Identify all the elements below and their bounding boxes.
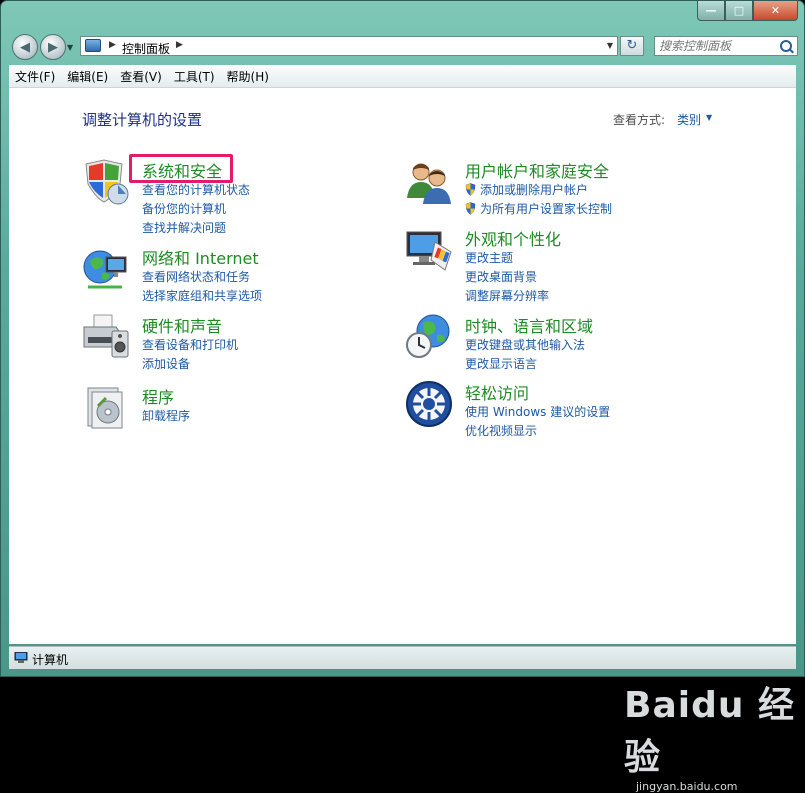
breadcrumb-separator-icon[interactable]: ▶ <box>109 40 116 50</box>
maximize-button[interactable]: □ <box>725 1 753 21</box>
category-links: 更改主题 更改桌面背景 调整屏幕分辨率 <box>465 249 549 306</box>
link-change-desktop-background[interactable]: 更改桌面背景 <box>465 268 549 287</box>
link-change-theme[interactable]: 更改主题 <box>465 249 549 268</box>
arrow-left-icon: ◀ <box>20 39 30 55</box>
chevron-down-icon[interactable]: ▼ <box>706 113 712 122</box>
explorer-window: — □ ✕ ◀ ▶ ▼ ▶ 控制面板 ▶ ▼ ↻ 文件(F) 编辑(E) 查看(… <box>0 0 805 793</box>
link-troubleshoot[interactable]: 查找并解决问题 <box>142 219 250 238</box>
uac-shield-icon <box>465 202 476 215</box>
arrow-right-icon: ▶ <box>48 39 58 55</box>
link-text[interactable]: 为所有用户设置家长控制 <box>480 202 612 216</box>
menu-bar: 文件(F) 编辑(E) 查看(V) 工具(T) 帮助(H) <box>9 65 796 88</box>
clock-globe-icon[interactable] <box>405 313 453 361</box>
network-globe-icon[interactable] <box>82 245 130 293</box>
category-links: 查看网络状态和任务 选择家庭组和共享选项 <box>142 268 262 306</box>
menu-help[interactable]: 帮助(H) <box>221 68 275 85</box>
search-icon[interactable] <box>780 40 792 52</box>
printer-icon[interactable] <box>82 313 130 361</box>
ease-of-access-icon[interactable] <box>405 380 453 428</box>
link-adjust-resolution[interactable]: 调整屏幕分辨率 <box>465 287 549 306</box>
category-links: 添加或删除用户帐户 为所有用户设置家长控制 <box>465 181 612 219</box>
address-dropdown-icon[interactable]: ▼ <box>607 41 613 50</box>
uac-shield-icon <box>465 183 476 196</box>
menu-edit[interactable]: 编辑(E) <box>61 68 114 85</box>
category-title-user-accounts[interactable]: 用户帐户和家庭安全 <box>465 158 609 182</box>
link-change-display-language[interactable]: 更改显示语言 <box>465 355 585 374</box>
category-links: 更改键盘或其他输入法 更改显示语言 <box>465 336 585 374</box>
caption-buttons: — □ ✕ <box>697 1 798 21</box>
link-view-network-status[interactable]: 查看网络状态和任务 <box>142 268 262 287</box>
link-change-keyboard-input[interactable]: 更改键盘或其他输入法 <box>465 336 585 355</box>
status-text: 计算机 <box>32 653 69 667</box>
close-button[interactable]: ✕ <box>753 1 798 21</box>
breadcrumb-chevron-icon[interactable]: ▶ <box>176 40 183 50</box>
control-panel-content: 调整计算机的设置 查看方式: 类别 ▼ 系统和安全 查看您的计算机状态 备份您的… <box>9 88 796 793</box>
navigation-bar: ◀ ▶ ▼ ▶ 控制面板 ▶ ▼ ↻ <box>1 31 804 63</box>
category-title-network-internet[interactable]: 网络和 Internet <box>142 245 259 269</box>
shield-icon[interactable] <box>82 158 130 206</box>
link-backup-computer[interactable]: 备份您的计算机 <box>142 200 250 219</box>
users-icon[interactable] <box>405 158 453 206</box>
menu-file[interactable]: 文件(F) <box>9 68 61 85</box>
link-windows-suggested-settings[interactable]: 使用 Windows 建议的设置 <box>465 403 610 422</box>
search-box[interactable] <box>654 36 798 56</box>
recent-pages-dropdown[interactable]: ▼ <box>67 43 73 52</box>
category-title-appearance[interactable]: 外观和个性化 <box>465 226 561 250</box>
link-text[interactable]: 添加或删除用户帐户 <box>480 183 588 197</box>
view-by-label: 查看方式: <box>613 113 666 127</box>
baidu-jingyan-watermark: Baidu 经验 jingyan.baidu.com <box>624 676 796 793</box>
computer-icon <box>14 652 28 663</box>
address-bar[interactable]: ▶ 控制面板 ▶ ▼ <box>80 36 618 56</box>
back-button[interactable]: ◀ <box>12 34 38 60</box>
link-view-computer-status[interactable]: 查看您的计算机状态 <box>142 181 250 200</box>
category-links: 查看您的计算机状态 备份您的计算机 查找并解决问题 <box>142 181 250 238</box>
link-add-device[interactable]: 添加设备 <box>142 355 238 374</box>
category-links: 使用 Windows 建议的设置 优化视频显示 <box>465 403 610 441</box>
breadcrumb-control-panel[interactable]: 控制面板 <box>122 40 170 57</box>
category-title-ease-of-access[interactable]: 轻松访问 <box>465 380 529 404</box>
link-uninstall-program[interactable]: 卸载程序 <box>142 407 190 426</box>
menu-view[interactable]: 查看(V) <box>114 68 168 85</box>
page-title: 调整计算机的设置 <box>82 111 203 129</box>
link-devices-printers[interactable]: 查看设备和打印机 <box>142 336 238 355</box>
menu-tools[interactable]: 工具(T) <box>168 68 221 85</box>
link-homegroup-sharing[interactable]: 选择家庭组和共享选项 <box>142 287 262 306</box>
refresh-button[interactable]: ↻ <box>620 36 644 56</box>
programs-icon[interactable] <box>82 384 130 432</box>
category-title-programs[interactable]: 程序 <box>142 384 174 408</box>
link-optimize-visual-display[interactable]: 优化视频显示 <box>465 422 610 441</box>
forward-button[interactable]: ▶ <box>40 34 66 60</box>
link-add-remove-accounts[interactable]: 添加或删除用户帐户 <box>465 181 612 200</box>
refresh-icon: ↻ <box>626 38 638 53</box>
watermark-url: jingyan.baidu.com <box>636 780 738 793</box>
category-links: 卸载程序 <box>142 407 190 426</box>
category-title-hardware-sound[interactable]: 硬件和声音 <box>142 313 222 337</box>
category-links: 查看设备和打印机 添加设备 <box>142 336 238 374</box>
monitor-paint-icon[interactable] <box>405 226 453 274</box>
search-input[interactable] <box>659 38 774 54</box>
link-parental-controls[interactable]: 为所有用户设置家长控制 <box>465 200 612 219</box>
category-title-clock-language-region[interactable]: 时钟、语言和区域 <box>465 313 593 337</box>
watermark-logo: Baidu 经验 <box>624 685 796 778</box>
status-bar: 计算机 <box>9 646 796 669</box>
view-by-dropdown[interactable]: 类别 <box>677 111 701 128</box>
minimize-button[interactable]: — <box>697 1 725 21</box>
control-panel-icon <box>85 39 101 52</box>
highlight-box <box>129 154 233 183</box>
